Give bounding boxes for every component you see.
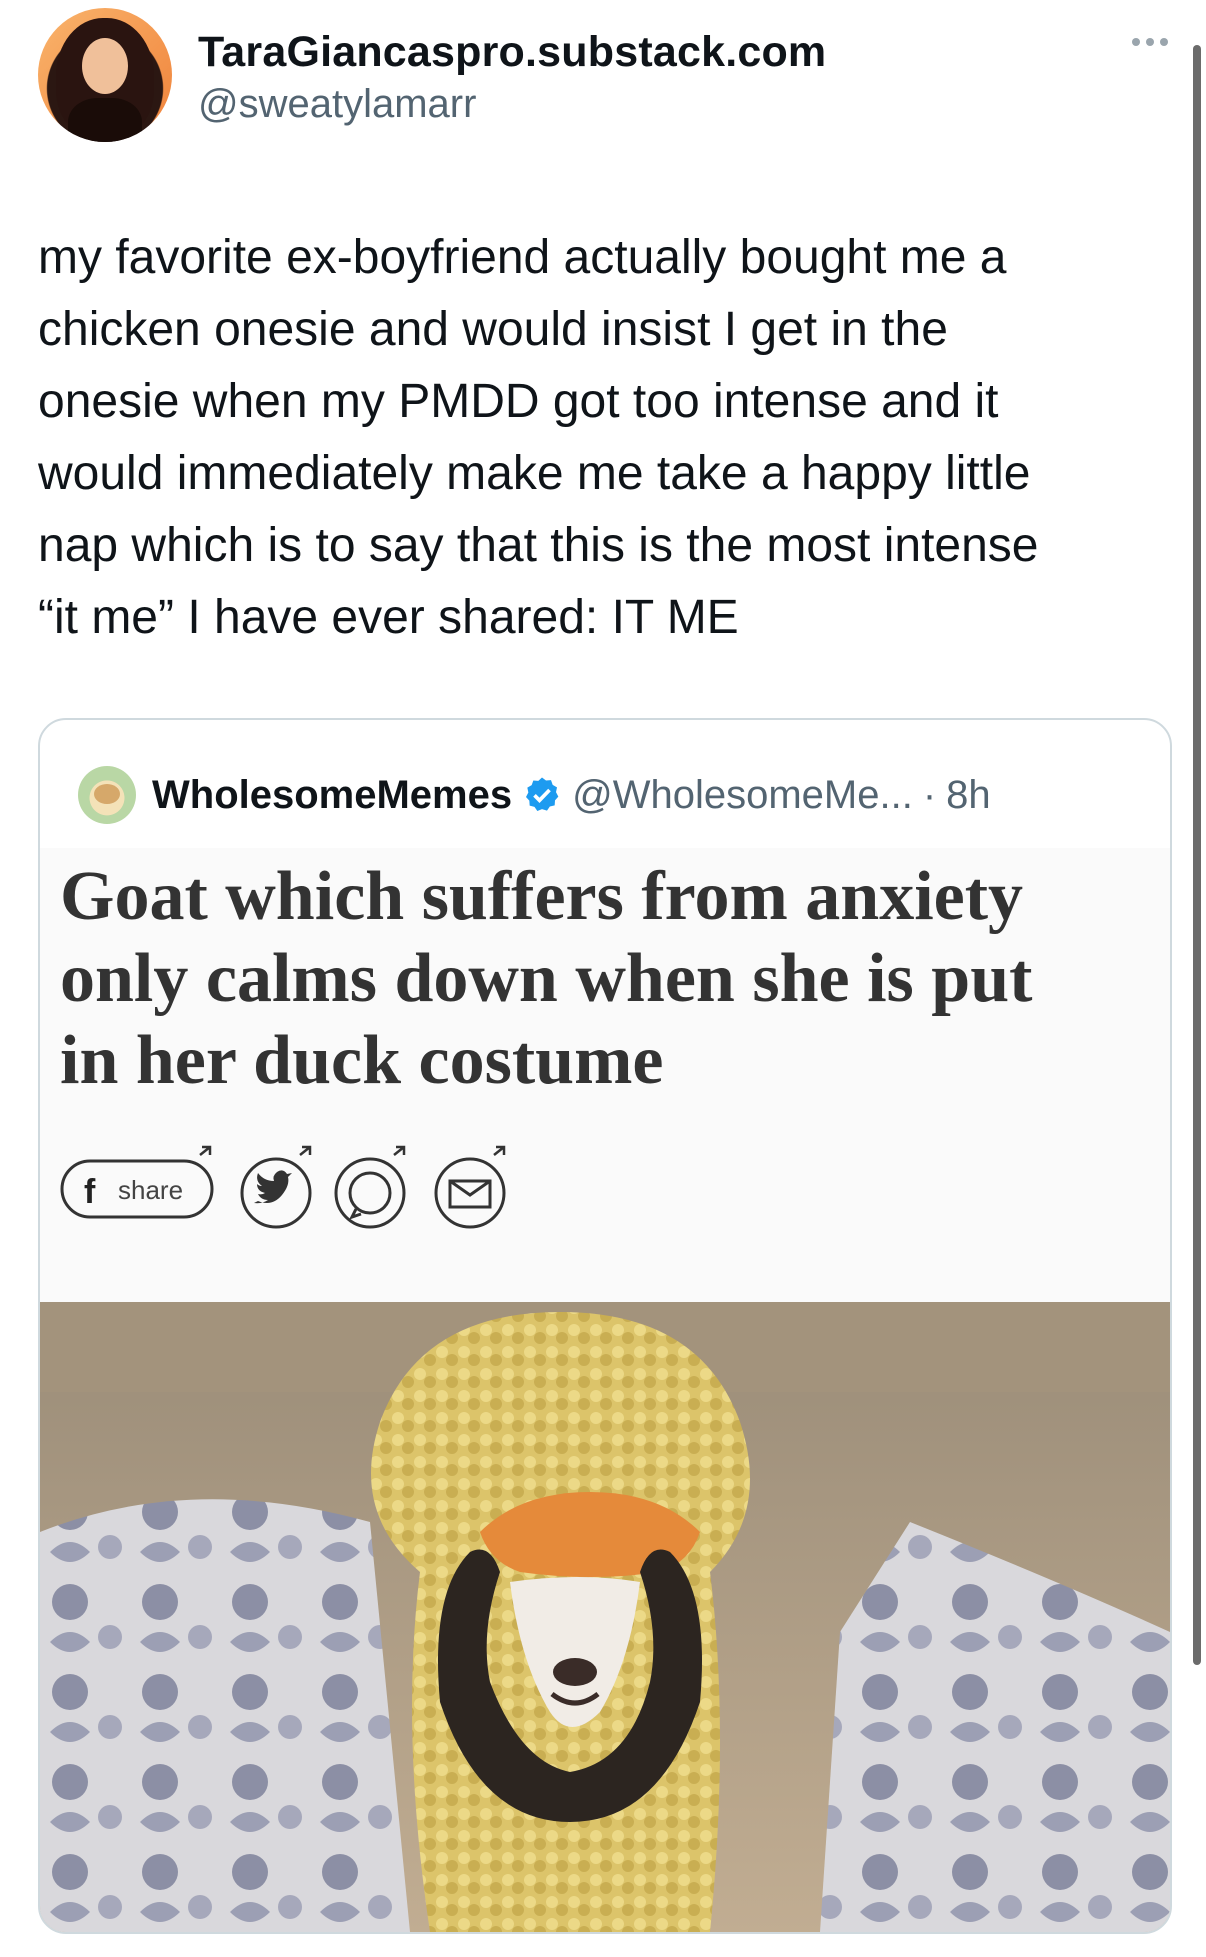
author-display-name[interactable]: TaraGiancaspro.substack.com xyxy=(198,28,826,77)
quoted-display-name[interactable]: WholesomeMemes xyxy=(152,773,512,818)
more-dots-icon[interactable] xyxy=(1132,38,1168,46)
whatsapp-share-icon[interactable] xyxy=(334,1145,406,1229)
author-avatar[interactable] xyxy=(38,8,172,142)
author-handle[interactable]: @sweatylamarr xyxy=(198,82,476,127)
facebook-share-icon[interactable]: f share xyxy=(60,1145,214,1219)
separator-dot: · xyxy=(922,772,937,817)
verified-badge-icon xyxy=(526,777,559,811)
svg-text:f: f xyxy=(84,1173,96,1211)
goat-photo xyxy=(40,1302,1170,1932)
quoted-tweet-header: WholesomeMemes @WholesomeMe... · 8h xyxy=(78,760,991,830)
share-label: share xyxy=(118,1175,183,1205)
tweet-header: TaraGiancaspro.substack.com @sweatylamar… xyxy=(38,8,1168,143)
quoted-timestamp[interactable]: 8h xyxy=(946,773,991,818)
scrollbar[interactable] xyxy=(1193,45,1201,1665)
quoted-avatar[interactable] xyxy=(78,766,136,824)
tweet-text: my favorite ex-boyfriend actually bought… xyxy=(38,231,1039,644)
article-headline: Goat which suffers from anxiety only cal… xyxy=(60,858,1033,1099)
quoted-media[interactable]: Goat which suffers from anxiety only cal… xyxy=(40,848,1170,1932)
share-buttons-row: f share xyxy=(60,1145,506,1229)
email-share-icon[interactable] xyxy=(434,1145,506,1229)
quoted-handle[interactable]: @WholesomeMe... xyxy=(572,773,913,818)
quoted-tweet[interactable]: WholesomeMemes @WholesomeMe... · 8h Goat… xyxy=(38,718,1172,1934)
twitter-share-icon[interactable] xyxy=(240,1145,312,1229)
